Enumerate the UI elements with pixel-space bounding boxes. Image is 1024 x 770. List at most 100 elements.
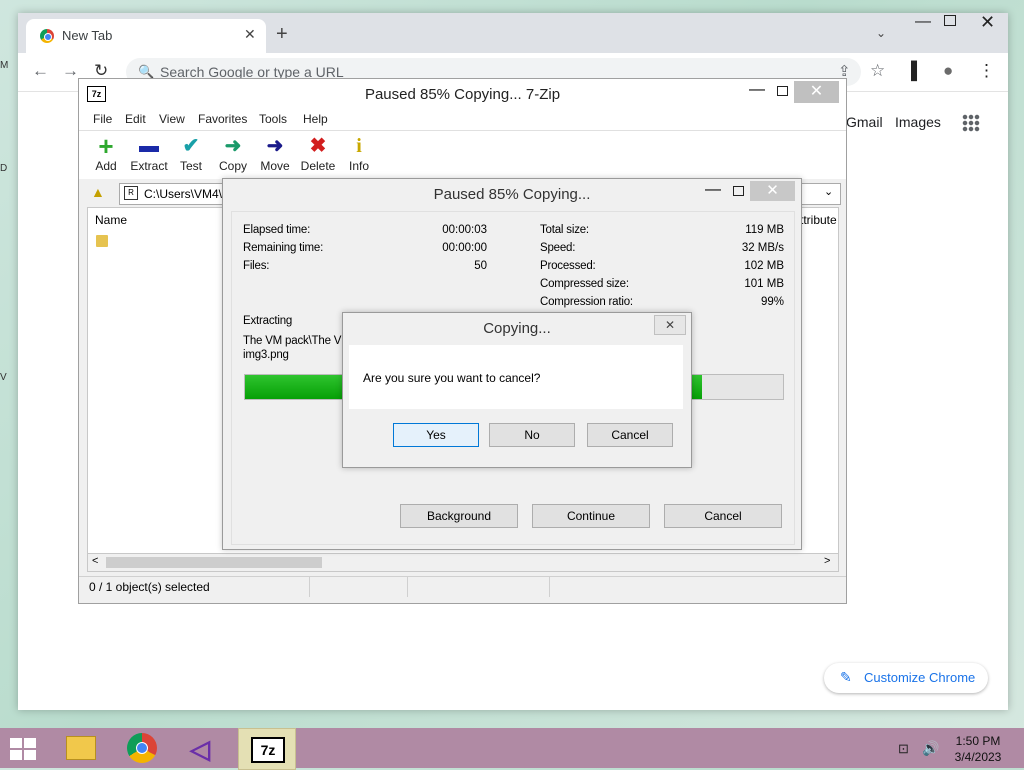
back-arrow-icon[interactable]: ← xyxy=(32,61,49,81)
menu-bar: File Edit View Favorites Tools Help xyxy=(79,109,846,131)
windows-logo-icon xyxy=(10,750,22,760)
scroll-right-icon[interactable]: > xyxy=(824,555,830,567)
files-value: 50 xyxy=(474,260,487,272)
7zip-toolbar: + Add ▬ Extract ✔ Test ➜ Copy ➜ Move ✖ D… xyxy=(79,131,846,179)
7zip-window-title: Paused 85% Copying... 7-Zip xyxy=(364,86,561,103)
remaining-time-label: Remaining time: xyxy=(243,242,324,254)
test-button[interactable]: ✔ Test xyxy=(169,135,213,173)
menu-help[interactable]: Help xyxy=(303,112,328,126)
delete-x-icon: ✖ xyxy=(309,135,327,157)
close-dialog-button[interactable]: ✕ xyxy=(654,315,686,335)
chrome-menu-icon[interactable]: ⋮ xyxy=(978,61,995,81)
background-button[interactable]: Background xyxy=(400,504,518,528)
close-dialog-button[interactable]: ✕ xyxy=(750,181,795,201)
minimize-button[interactable]: — xyxy=(705,181,721,199)
info-icon: i xyxy=(356,135,362,157)
maximize-button[interactable] xyxy=(777,86,788,96)
customize-chrome-button[interactable]: ✎ Customize Chrome xyxy=(824,663,988,693)
path-text: C:\Users\VM4\ xyxy=(144,187,223,201)
menu-tools[interactable]: Tools xyxy=(259,112,287,126)
extract-button[interactable]: ▬ Extract xyxy=(127,135,171,173)
compressed-size-value: 101 MB xyxy=(744,278,784,290)
confirm-message-area: Are you sure you want to cancel? xyxy=(349,345,683,409)
tab-search-icon[interactable]: ⌄ xyxy=(876,26,886,40)
tab-close-icon[interactable]: ✕ xyxy=(244,26,256,43)
extract-label: Extract xyxy=(130,159,168,173)
column-header-name[interactable]: Name xyxy=(95,213,127,227)
delete-button[interactable]: ✖ Delete xyxy=(296,135,340,173)
volume-icon[interactable]: 🔊 xyxy=(922,740,939,757)
menu-edit[interactable]: Edit xyxy=(125,112,146,126)
7zip-icon: 7z xyxy=(251,737,285,763)
total-size-label: Total size: xyxy=(540,224,589,236)
customize-chrome-label: Customize Chrome xyxy=(864,670,976,685)
cancel-button[interactable]: Cancel xyxy=(587,423,673,447)
images-link[interactable]: Images xyxy=(895,114,941,130)
profile-avatar-icon[interactable]: ● xyxy=(943,61,953,81)
minimize-button[interactable]: — xyxy=(749,81,765,99)
menu-favorites[interactable]: Favorites xyxy=(198,112,247,126)
status-bar: 0 / 1 object(s) selected xyxy=(79,576,846,599)
compression-ratio-label: Compression ratio: xyxy=(540,296,633,308)
scroll-left-icon[interactable]: < xyxy=(92,555,98,567)
tab-new-tab[interactable]: New Tab ✕ xyxy=(26,19,266,53)
column-header-attributes[interactable]: ttribute xyxy=(800,213,837,227)
add-plus-icon: + xyxy=(98,131,114,161)
compressed-size-label: Compressed size: xyxy=(540,278,629,290)
desktop-icon-fragment[interactable]: D xyxy=(0,163,10,177)
taskbar-chrome[interactable] xyxy=(114,728,170,768)
info-button[interactable]: i Info xyxy=(337,135,381,173)
gmail-link[interactable]: Gmail xyxy=(846,114,883,130)
copy-label: Copy xyxy=(218,159,247,173)
network-icon[interactable]: ⊡ xyxy=(898,741,909,757)
move-button[interactable]: ➜ Move xyxy=(253,135,297,173)
side-panel-icon[interactable]: ▌ xyxy=(911,61,923,81)
folder-icon[interactable] xyxy=(96,235,108,247)
clock-time[interactable]: 1:50 PM xyxy=(948,734,1008,748)
maximize-button[interactable] xyxy=(733,186,744,196)
minimize-button[interactable]: — xyxy=(915,13,931,31)
test-check-icon: ✔ xyxy=(182,135,200,157)
cancel-confirm-dialog: Copying... ✕ Are you sure you want to ca… xyxy=(342,312,692,468)
elapsed-time-label: Elapsed time: xyxy=(243,224,311,236)
7zip-title-bar: 7z Paused 85% Copying... 7-Zip — ✕ xyxy=(79,79,846,109)
forward-arrow-icon[interactable]: → xyxy=(62,61,79,81)
confirm-dialog-title: Copying... xyxy=(483,320,551,337)
yes-button[interactable]: Yes xyxy=(393,423,479,447)
chrome-tab-strip: New Tab ✕ + ⌄ — ✕ xyxy=(18,12,1008,53)
elapsed-time-value: 00:00:03 xyxy=(442,224,487,236)
chevron-down-icon[interactable]: ⌄ xyxy=(824,185,833,198)
desktop-icon-fragment[interactable]: M xyxy=(0,60,10,74)
test-label: Test xyxy=(179,159,202,173)
add-button[interactable]: + Add xyxy=(84,131,128,173)
current-file-path: The VM pack\The V xyxy=(243,335,342,347)
status-divider xyxy=(407,577,408,597)
copy-button[interactable]: ➜ Copy xyxy=(211,135,255,173)
desktop-icon-fragment[interactable]: V xyxy=(0,372,10,386)
google-apps-icon[interactable] xyxy=(962,114,980,132)
continue-button[interactable]: Continue xyxy=(532,504,650,528)
horizontal-scrollbar[interactable]: < > xyxy=(87,553,839,572)
extract-minus-icon: ▬ xyxy=(139,135,159,157)
cancel-button[interactable]: Cancel xyxy=(664,504,782,528)
close-window-button[interactable]: ✕ xyxy=(794,81,839,103)
menu-view[interactable]: View xyxy=(159,112,185,126)
taskbar-file-explorer[interactable] xyxy=(52,728,108,768)
new-tab-button[interactable]: + xyxy=(276,23,288,46)
maximize-button[interactable] xyxy=(944,15,956,26)
no-button[interactable]: No xyxy=(489,423,575,447)
pencil-icon: ✎ xyxy=(840,669,852,685)
bookmark-star-icon[interactable]: ☆ xyxy=(870,61,885,81)
tab-title: New Tab xyxy=(62,28,113,43)
menu-file[interactable]: File xyxy=(93,112,112,126)
taskbar-visual-studio[interactable]: ◁ xyxy=(176,728,232,768)
close-window-button[interactable]: ✕ xyxy=(980,12,995,33)
folder-up-icon[interactable]: ▲ xyxy=(91,184,105,200)
confirm-message: Are you sure you want to cancel? xyxy=(363,371,541,385)
status-divider xyxy=(549,577,550,597)
taskbar-7zip[interactable]: 7z xyxy=(238,728,296,770)
start-button[interactable] xyxy=(10,738,36,760)
windows-logo-icon xyxy=(24,750,36,760)
scrollbar-thumb[interactable] xyxy=(106,557,322,568)
clock-date[interactable]: 3/4/2023 xyxy=(948,750,1008,764)
